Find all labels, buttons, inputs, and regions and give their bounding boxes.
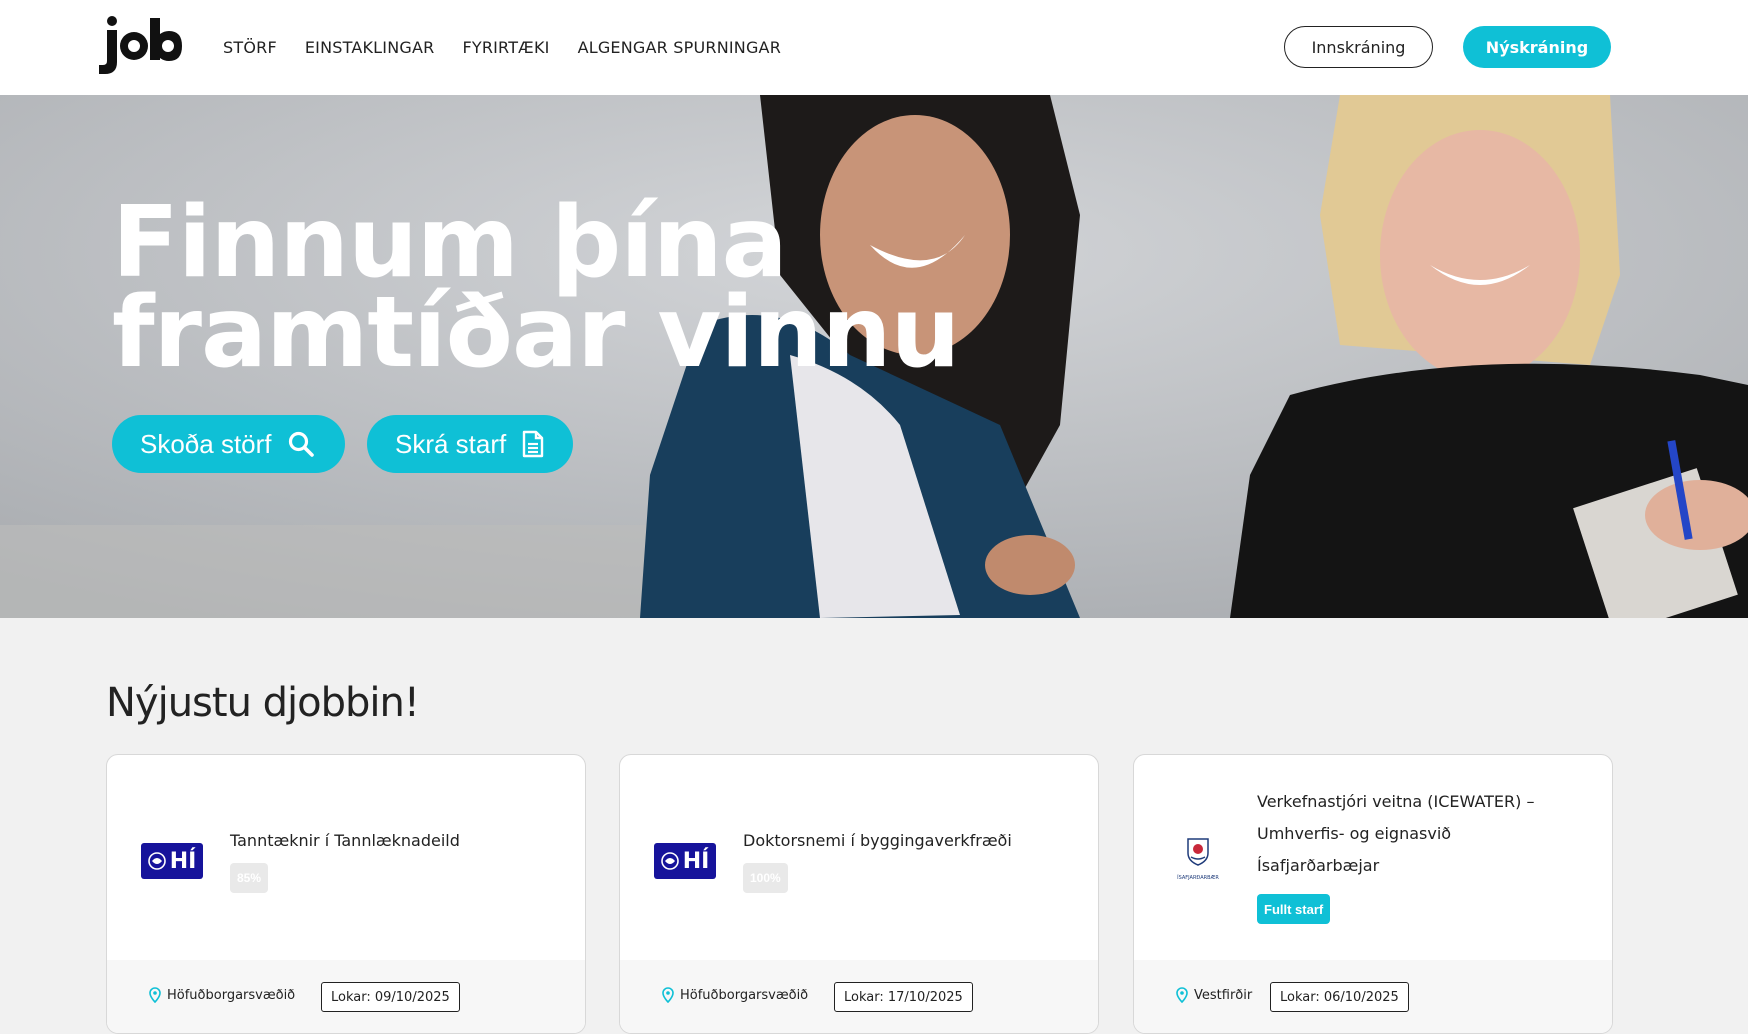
browse-jobs-label: Skoða störf — [140, 428, 272, 459]
job-location-text: Vestfirðir — [1194, 987, 1253, 1003]
location-pin-icon — [662, 987, 674, 1003]
hero-title: Finnum þína framtíðar vinnu — [112, 186, 960, 390]
job-location-text: Höfuðborgarsvæðið — [680, 987, 809, 1003]
nav-companies[interactable]: FYRIRTÆKI — [462, 38, 549, 57]
job-card[interactable]: ÍSAFJARÐARBÆR Verkefnastjóri veitna (ICE… — [1133, 754, 1613, 1034]
hi-emblem-icon — [660, 852, 679, 870]
job-title-line2: Umhverfis- og eignasvið — [1257, 824, 1452, 843]
browse-jobs-button[interactable]: Skoða störf — [112, 415, 345, 473]
main-nav: STÖRF EINSTAKLINGAR FYRIRTÆKI ALGENGAR S… — [223, 0, 809, 95]
job-title-line1: Verkefnastjóri veitna (ICEWATER) – — [1257, 792, 1535, 811]
document-icon — [523, 430, 544, 458]
hi-logo: HÍ — [141, 843, 203, 879]
search-icon — [288, 431, 314, 457]
location-pin-icon — [1176, 987, 1188, 1003]
job-deadline: Lokar: 17/10/2025 — [834, 982, 973, 1012]
isafjardarbaer-logo: ÍSAFJARÐARBÆR — [1177, 838, 1219, 881]
post-job-button[interactable]: Skrá starf — [367, 415, 573, 473]
isafjardarbaer-logo-text: ÍSAFJARÐARBÆR — [1177, 874, 1219, 881]
login-button[interactable]: Innskráning — [1284, 26, 1433, 68]
job-location: Höfuðborgarsvæðið — [662, 987, 808, 1003]
hi-logo: HÍ — [654, 843, 716, 879]
job-percentage-badge: 100% — [743, 863, 788, 893]
signup-button[interactable]: Nýskráning — [1463, 26, 1611, 68]
job-type-badge: Fullt starf — [1257, 894, 1331, 924]
nav-individuals[interactable]: EINSTAKLINGAR — [305, 38, 435, 57]
job-deadline: Lokar: 09/10/2025 — [321, 982, 460, 1012]
job-title-line3: Ísafjarðarbæjar — [1257, 856, 1380, 875]
hero-title-line1: Finnum þína — [112, 186, 788, 300]
latest-jobs-heading: Nýjustu djobbin! — [106, 680, 420, 726]
nav-faq[interactable]: ALGENGAR SPURNINGAR — [578, 38, 781, 57]
job-deadline: Lokar: 06/10/2025 — [1270, 982, 1409, 1012]
job-location: Vestfirðir — [1176, 987, 1252, 1003]
job-title[interactable]: Doktorsnemi í byggingaverkfræði — [743, 825, 1063, 857]
job-percentage-badge: 85% — [230, 863, 269, 893]
job-card[interactable]: HÍ Tanntæknir í Tannlæknadeild 85% Höfuð… — [106, 754, 586, 1034]
job-location-text: Höfuðborgarsvæðið — [167, 987, 296, 1003]
job-logo[interactable] — [98, 16, 182, 76]
nav-jobs[interactable]: STÖRF — [223, 38, 277, 57]
hi-logo-text: HÍ — [169, 848, 197, 874]
job-title[interactable]: Verkefnastjóri veitna (ICEWATER) – Umhve… — [1257, 786, 1577, 882]
hero-title-line2: framtíðar vinnu — [112, 276, 960, 390]
job-title[interactable]: Tanntæknir í Tannlæknadeild — [230, 825, 550, 857]
hi-emblem-icon — [147, 852, 166, 870]
job-card[interactable]: HÍ Doktorsnemi í byggingaverkfræði 100% … — [619, 754, 1099, 1034]
job-location: Höfuðborgarsvæðið — [149, 987, 295, 1003]
site-header: STÖRF EINSTAKLINGAR FYRIRTÆKI ALGENGAR S… — [0, 0, 1748, 95]
hero-banner: Finnum þína framtíðar vinnu Skoða störf … — [0, 95, 1748, 618]
location-pin-icon — [149, 987, 161, 1003]
hi-logo-text: HÍ — [682, 848, 710, 874]
post-job-label: Skrá starf — [395, 428, 507, 459]
